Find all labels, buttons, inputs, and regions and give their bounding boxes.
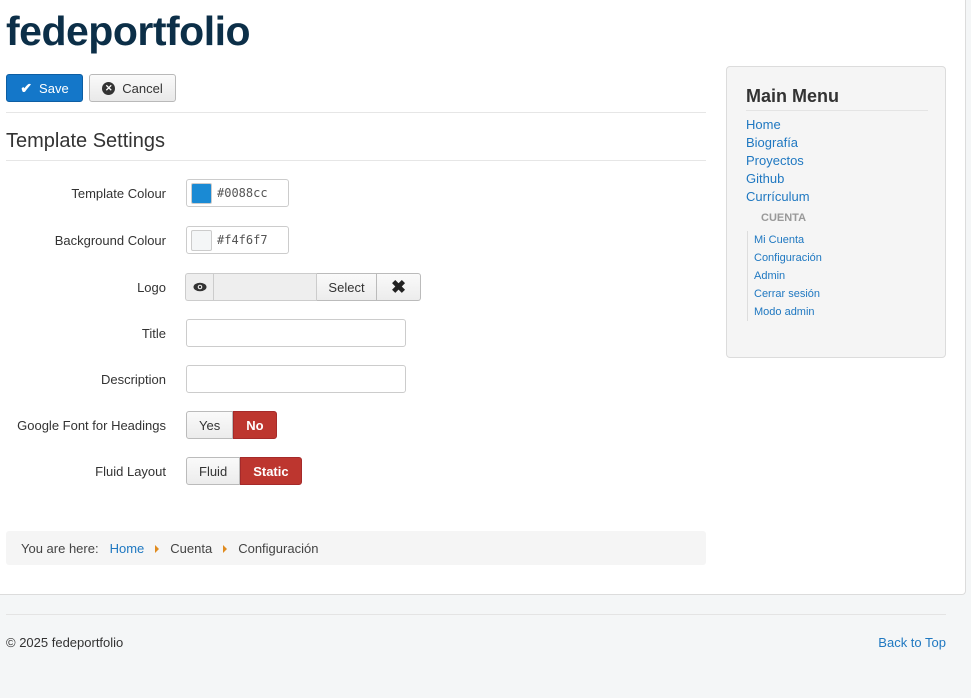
menu-item-curriculum[interactable]: Currículum <box>746 188 810 206</box>
title-row: Title <box>0 319 706 349</box>
background-colour-label: Background Colour <box>54 233 166 248</box>
menu-item-proyectos[interactable]: Proyectos <box>746 152 810 170</box>
menu-item-modo-admin[interactable]: Modo admin <box>754 303 822 321</box>
description-input[interactable] <box>186 365 406 393</box>
footer-divider <box>6 614 946 615</box>
google-font-yes-option[interactable]: Yes <box>186 411 234 439</box>
logo-path-input[interactable] <box>213 273 317 301</box>
breadcrumb-current: Configuración <box>238 540 319 556</box>
breadcrumb-prefix: You are here: <box>21 540 99 556</box>
sidebar-main-menu: Main Menu Home Biografía Proyectos Githu… <box>726 66 946 358</box>
template-colour-picker[interactable]: #0088cc <box>186 179 289 207</box>
back-to-top-link[interactable]: Back to Top <box>878 635 946 650</box>
toolbar: ✔ Save ✕ Cancel <box>6 74 176 102</box>
footer-copyright: © 2025 fedeportfolio <box>6 635 124 650</box>
title-label: Title <box>141 326 166 341</box>
cuenta-section-header: CUENTA <box>761 212 807 224</box>
save-button-label: Save <box>39 80 69 96</box>
menu-item-cerrar-sesion[interactable]: Cerrar sesión <box>754 285 822 303</box>
google-font-no-option[interactable]: No <box>233 411 277 439</box>
menu-item-home[interactable]: Home <box>746 116 810 134</box>
google-font-toggle: Yes No <box>186 411 277 439</box>
caret-right-icon <box>155 545 160 553</box>
description-label: Description <box>100 372 166 387</box>
save-button[interactable]: ✔ Save <box>6 74 83 102</box>
logo-select-button[interactable]: Select <box>317 273 377 301</box>
colour-swatch[interactable] <box>191 182 212 204</box>
cancel-button-label: Cancel <box>122 80 163 96</box>
colour-swatch[interactable] <box>191 229 212 251</box>
menu-item-github[interactable]: Github <box>746 170 810 188</box>
title-input[interactable] <box>186 319 406 347</box>
caret-right-icon <box>223 545 228 553</box>
fluid-layout-row: Fluid Layout Fluid Static <box>0 457 706 487</box>
section-title: Template Settings <box>6 130 165 152</box>
fluid-layout-toggle: Fluid Static <box>186 457 302 485</box>
x-icon: ✖ <box>390 276 407 297</box>
divider <box>746 110 928 111</box>
description-row: Description <box>0 365 706 395</box>
template-colour-row: Template Colour #0088cc <box>0 179 706 209</box>
menu-item-mi-cuenta[interactable]: Mi Cuenta <box>754 231 822 249</box>
check-icon: ✔ <box>20 79 33 96</box>
main-menu-list: Home Biografía Proyectos Github Currícul… <box>746 116 810 206</box>
fluid-option[interactable]: Fluid <box>186 457 241 485</box>
static-option[interactable]: Static <box>240 457 302 485</box>
logo-clear-button[interactable]: ✖ <box>377 273 421 301</box>
template-colour-label: Template Colour <box>71 186 166 201</box>
menu-item-configuracion[interactable]: Configuración <box>754 249 822 267</box>
sidebar-title: Main Menu <box>746 86 839 106</box>
logo-row: Logo Select ✖ <box>0 273 706 303</box>
menu-item-admin[interactable]: Admin <box>754 267 822 285</box>
logo-label: Logo <box>137 280 166 295</box>
preview-button[interactable] <box>185 273 213 301</box>
logo-media-field: Select ✖ <box>185 273 421 301</box>
breadcrumb: You are here: Home Cuenta Configuración <box>6 531 706 565</box>
divider <box>6 160 706 161</box>
menu-item-biografia[interactable]: Biografía <box>746 134 810 152</box>
breadcrumb-home-link[interactable]: Home <box>110 541 145 556</box>
template-colour-value[interactable]: #0088cc <box>217 186 268 200</box>
divider <box>6 112 706 113</box>
background-colour-row: Background Colour #f4f6f7 <box>0 226 706 256</box>
site-title[interactable]: fedeportfolio <box>6 8 251 55</box>
page-container: fedeportfolio ✔ Save ✕ Cancel Template S… <box>0 0 966 595</box>
fluid-layout-label: Fluid Layout <box>95 464 166 479</box>
cancel-circle-icon: ✕ <box>102 81 116 95</box>
background-colour-value[interactable]: #f4f6f7 <box>217 233 268 247</box>
breadcrumb-cuenta: Cuenta <box>170 540 213 556</box>
google-font-row: Google Font for Headings Yes No <box>0 411 706 441</box>
google-font-label: Google Font for Headings <box>17 418 166 433</box>
cuenta-submenu: Mi Cuenta Configuración Admin Cerrar ses… <box>747 231 822 321</box>
eye-icon <box>193 282 206 292</box>
background-colour-picker[interactable]: #f4f6f7 <box>186 226 289 254</box>
cancel-button[interactable]: ✕ Cancel <box>89 74 176 102</box>
